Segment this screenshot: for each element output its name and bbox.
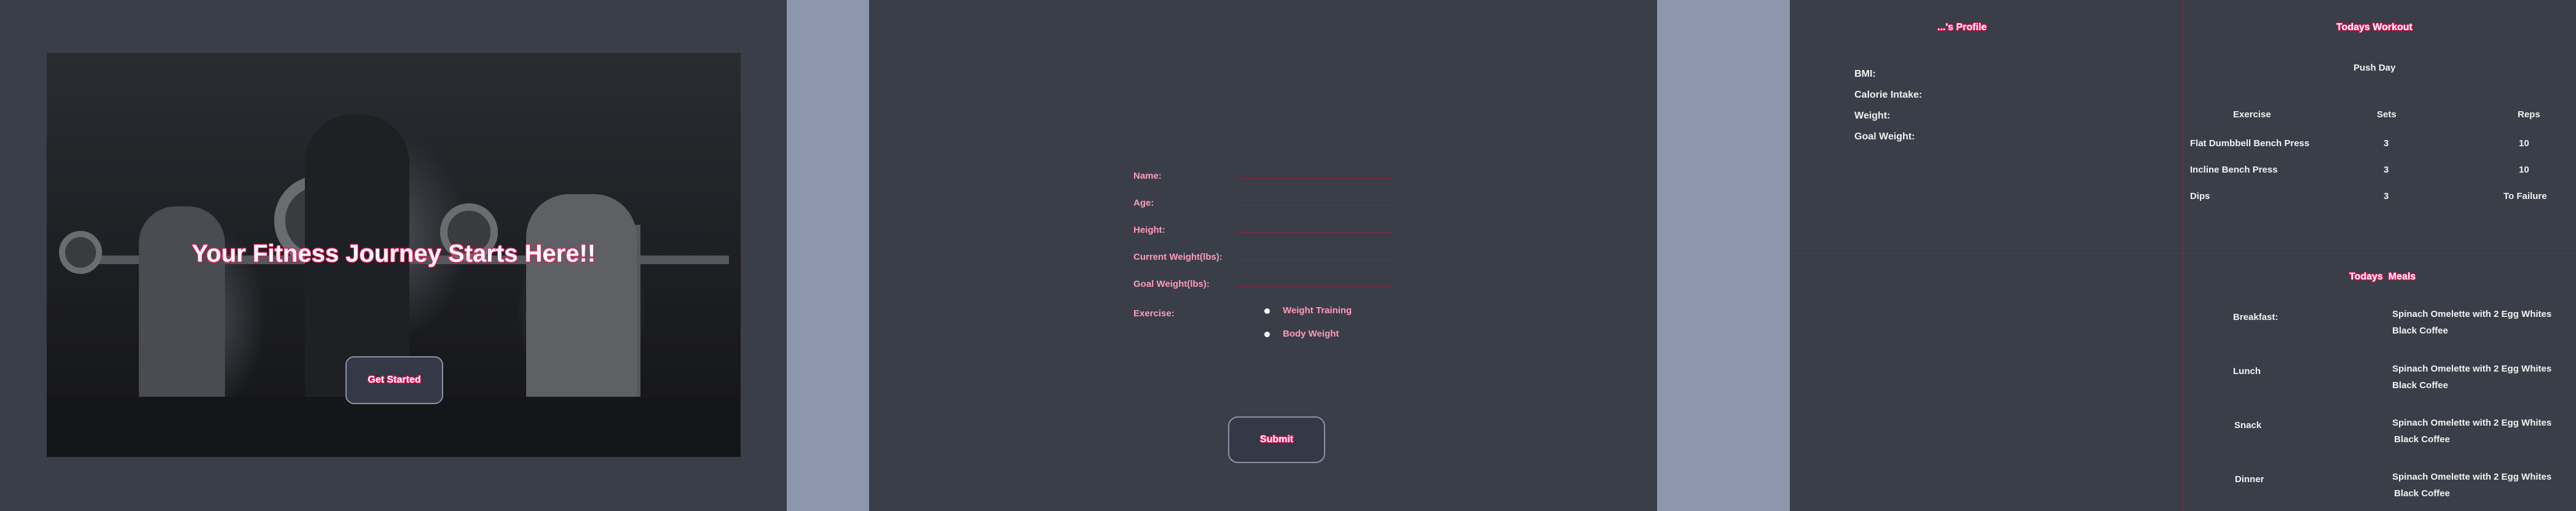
exercise-name: Incline Bench Press [2190,165,2278,175]
meal-line: Black Coffee [2394,488,2450,499]
column-header: Reps [2518,109,2540,120]
workout-title: Todays Workout [2336,22,2413,33]
goal-weight-label: Goal Weight(lbs): [1133,279,1210,289]
meal-line: Black Coffee [2392,326,2448,336]
panel-separator [1657,0,1790,511]
meal-line: Spinach Omelette with 2 Egg Whites [2392,309,2552,319]
exercise-label: Exercise: [1133,308,1175,319]
body-weight-radio[interactable] [1264,332,1270,337]
age-label: Age: [1133,198,1154,208]
calorie-intake-label: Calorie Intake: [1854,90,1923,100]
weight-training-label[interactable]: Weight Training [1283,305,1352,316]
name-label: Name: [1133,171,1162,181]
meal-line: Spinach Omelette with 2 Egg Whites [2392,418,2552,428]
workout-day: Push Day [2353,63,2396,73]
hero-image: Your Fitness Journey Starts Here!! Get S… [47,53,741,457]
profile-title: ...'s Profile [1937,22,1987,33]
goal-weight-stat-label: Goal Weight: [1854,131,1915,142]
current-weight-label: Current Weight(lbs): [1133,252,1223,262]
meal-line: Spinach Omelette with 2 Egg Whites [2392,364,2552,374]
current-weight-input[interactable] [1235,259,1392,260]
height-input[interactable] [1235,232,1392,233]
name-input[interactable] [1235,178,1392,179]
meal-line: Black Coffee [2394,434,2450,445]
weight-training-radio[interactable] [1264,308,1270,314]
meal-line: Spinach Omelette with 2 Egg Whites [2392,472,2552,482]
column-header: Exercise [2233,109,2271,120]
hero-title: Your Fitness Journey Starts Here!! [191,240,596,267]
submit-button[interactable]: Submit [1228,416,1325,463]
panel-separator [787,0,869,511]
exercise-name: Flat Dumbbell Bench Press [2190,138,2310,149]
exercise-sets: 3 [2384,138,2389,149]
exercise-sets: 3 [2384,191,2389,201]
goal-weight-input[interactable] [1235,286,1392,287]
exercise-reps: 10 [2519,138,2529,149]
bmi-label: BMI: [1854,69,1876,79]
meals-title: Todays Meals [2349,271,2416,282]
floor [47,397,741,457]
column-header: Sets [2377,109,2397,120]
row-divider [1790,253,2576,254]
meal-name: Snack [2234,420,2262,431]
age-input[interactable] [1235,205,1392,206]
meal-line: Black Coffee [2392,380,2448,391]
meal-name: Lunch [2233,366,2261,376]
landing-panel: Your Fitness Journey Starts Here!! Get S… [0,0,787,511]
get-started-button[interactable]: Get Started [345,356,443,404]
exercise-name: Dips [2190,191,2210,201]
meal-name: Breakfast: [2233,312,2279,322]
meal-name: Dinner [2235,474,2264,485]
exercise-sets: 3 [2384,165,2389,175]
exercise-reps: To Failure [2503,191,2547,201]
weight-label: Weight: [1854,111,1891,121]
height-label: Height: [1133,225,1165,235]
exercise-reps: 10 [2519,165,2529,175]
body-weight-label[interactable]: Body Weight [1283,329,1339,339]
